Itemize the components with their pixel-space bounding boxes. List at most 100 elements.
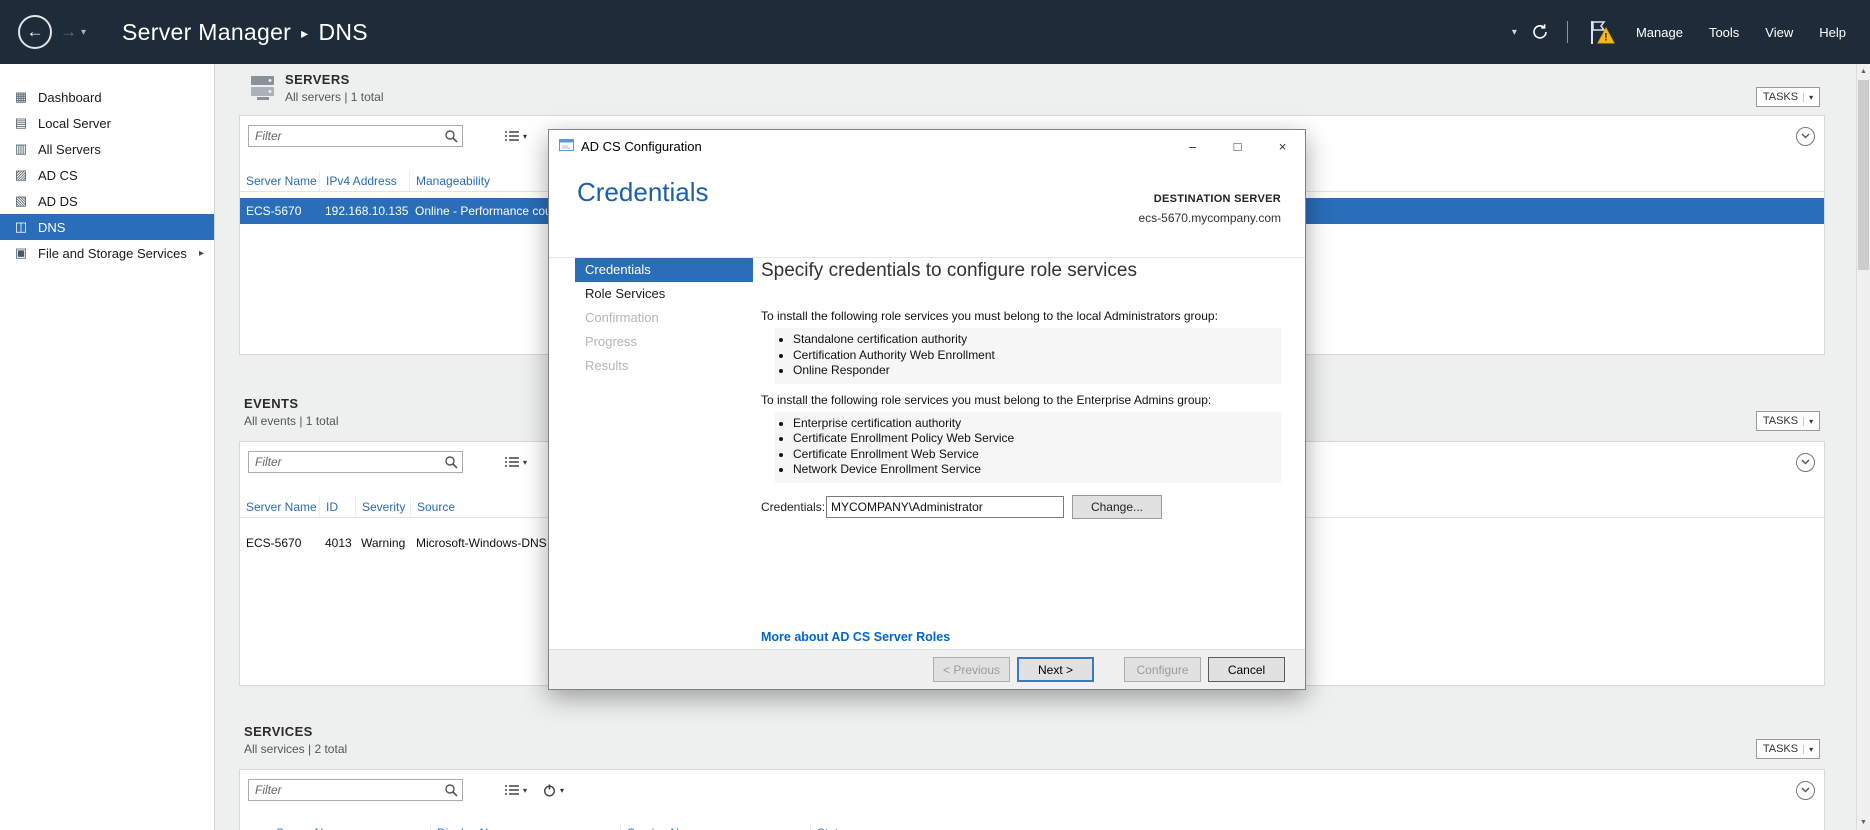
events-subtitle: All events | 1 total <box>244 414 339 428</box>
list-icon <box>505 456 519 468</box>
column-header-server-name[interactable]: Server Name <box>240 171 319 191</box>
list-icon <box>505 130 519 142</box>
back-arrow-icon: ← <box>27 22 44 42</box>
list-item: Certificate Enrollment Web Service <box>793 447 1281 463</box>
column-header-ipv4-address[interactable]: IPv4 Address <box>319 171 409 191</box>
sidebar-item-dashboard[interactable]: ▦ Dashboard <box>0 84 214 110</box>
more-about-adcs-link[interactable]: More about AD CS Server Roles <box>761 630 950 644</box>
breadcrumb-current: DNS <box>318 19 367 45</box>
events-tasks-button[interactable]: TASKS▾ <box>1756 411 1820 431</box>
servers-list-options-button[interactable]: ▾ <box>505 130 527 142</box>
wizard-step-role-services[interactable]: Role Services <box>575 282 753 306</box>
enterprise-admins-paragraph: To install the following role services y… <box>761 393 1281 407</box>
wizard-step-progress: Progress <box>575 330 753 354</box>
forward-button[interactable]: → <box>60 22 77 42</box>
sidebar-item-all-servers[interactable]: ▥ All Servers <box>0 136 214 162</box>
all-servers-icon: ▥ <box>13 141 29 157</box>
services-list-options-button[interactable]: ▾ <box>505 784 527 796</box>
list-item: Online Responder <box>793 363 1281 379</box>
chevron-down-icon: ▾ <box>523 458 527 467</box>
column-header-status[interactable]: Status <box>810 823 930 830</box>
enterprise-admins-role-list: Enterprise certification authority Certi… <box>775 412 1281 483</box>
services-control-options-button[interactable]: ▾ <box>543 784 564 797</box>
cell-ipv4-address: 192.168.10.135 <box>319 204 409 218</box>
list-item: Certification Authority Web Enrollment <box>793 348 1281 364</box>
column-header-severity[interactable]: Severity <box>355 497 410 517</box>
wizard-step-credentials[interactable]: Credentials <box>575 258 753 282</box>
events-list-options-button[interactable]: ▾ <box>505 456 527 468</box>
topbar: ← → ▾ Server Manager▸DNS ▾ ! Manage Tool… <box>0 0 1870 64</box>
destination-server-label: DESTINATION SERVER <box>1139 193 1282 205</box>
scrollbar-up-button[interactable]: ▲ <box>1857 64 1870 79</box>
cell-severity: Warning <box>355 536 410 550</box>
services-filter-input[interactable] <box>248 779 463 801</box>
menu-manage[interactable]: Manage <box>1630 25 1689 40</box>
sidebar-item-label: Dashboard <box>38 90 102 105</box>
chevron-down-icon: ▾ <box>1803 93 1813 102</box>
search-icon <box>444 455 458 474</box>
sidebar-item-local-server[interactable]: ▤ Local Server <box>0 110 214 136</box>
window-controls: – □ × <box>1170 130 1305 162</box>
column-header-display-name[interactable]: Display Name <box>430 823 620 830</box>
services-collapse-button[interactable] <box>1796 781 1815 800</box>
column-header-server-name[interactable]: Server Name <box>240 823 430 830</box>
cell-server-name: ECS-5670 <box>240 536 319 550</box>
menu-view[interactable]: View <box>1759 25 1799 40</box>
chevron-down-icon: ▾ <box>560 786 564 795</box>
chevron-down-icon: ▾ <box>523 786 527 795</box>
servers-tasks-button[interactable]: TASKS▾ <box>1756 87 1820 107</box>
local-admins-role-list: Standalone certification authority Certi… <box>775 328 1281 384</box>
cancel-button[interactable]: Cancel <box>1208 657 1285 682</box>
scrollbar-thumb[interactable] <box>1858 80 1869 270</box>
list-item: Network Device Enrollment Service <box>793 462 1281 478</box>
menu-tools[interactable]: Tools <box>1703 25 1745 40</box>
change-credentials-button[interactable]: Change... <box>1072 495 1162 519</box>
topbar-actions: ▾ ! Manage Tools View Help <box>1512 19 1852 46</box>
list-icon <box>505 784 519 796</box>
column-header-server-name[interactable]: Server Name <box>240 497 319 517</box>
chevron-down-icon: ▾ <box>1803 417 1813 426</box>
wizard-steps-nav: Credentials Role Services Confirmation P… <box>575 258 753 666</box>
sidebar-item-dns[interactable]: ◫ DNS <box>0 214 214 240</box>
next-button[interactable]: Next > <box>1017 657 1094 682</box>
services-subtitle: All services | 2 total <box>244 742 347 756</box>
scrollbar-down-button[interactable]: ▼ <box>1857 815 1870 830</box>
servers-collapse-button[interactable] <box>1796 127 1815 146</box>
sidebar-item-label: All Servers <box>38 142 101 157</box>
credentials-field[interactable] <box>826 496 1064 518</box>
destination-server: DESTINATION SERVER ecs-5670.mycompany.co… <box>1139 193 1282 225</box>
notifications-caret[interactable]: ▾ <box>1512 27 1517 38</box>
dialog-title: AD CS Configuration <box>581 139 702 154</box>
maximize-button[interactable]: □ <box>1215 130 1260 162</box>
sidebar-item-file-storage-services[interactable]: ▣ File and Storage Services ▸ <box>0 240 214 266</box>
menu-help[interactable]: Help <box>1813 25 1852 40</box>
events-collapse-button[interactable] <box>1796 453 1815 472</box>
events-filter-input[interactable] <box>248 451 463 473</box>
notifications-flag-button[interactable]: ! <box>1586 19 1616 46</box>
servers-filter-input[interactable] <box>248 125 463 147</box>
servers-subtitle: All servers | 1 total <box>285 90 383 104</box>
page-scrollbar[interactable]: ▲ ▼ <box>1856 64 1870 830</box>
servers-header: SERVERS All servers | 1 total <box>239 72 1825 107</box>
adcs-configuration-dialog: AD CS Configuration – □ × Credentials DE… <box>548 129 1306 690</box>
credentials-label: Credentials: <box>761 500 826 514</box>
sidebar-item-ad-ds[interactable]: ▧ AD DS <box>0 188 214 214</box>
back-button[interactable]: ← <box>18 15 52 49</box>
sidebar-item-ad-cs[interactable]: ▨ AD CS <box>0 162 214 188</box>
close-button[interactable]: × <box>1260 130 1305 162</box>
cell-event-id: 4013 <box>319 536 355 550</box>
column-header-service-name[interactable]: Service Name <box>620 823 810 830</box>
svg-text:!: ! <box>1604 31 1608 43</box>
cell-server-name: ECS-5670 <box>240 204 319 218</box>
chevron-down-icon <box>1801 459 1810 465</box>
services-tasks-button[interactable]: TASKS▾ <box>1756 739 1820 759</box>
chevron-down-icon: ▾ <box>523 132 527 141</box>
refresh-button[interactable] <box>1531 23 1549 41</box>
minimize-button[interactable]: – <box>1170 130 1215 162</box>
breadcrumb-separator-icon: ▸ <box>301 25 308 41</box>
nav-history-caret[interactable]: ▾ <box>81 27 86 38</box>
ad-cs-icon: ▨ <box>13 167 29 183</box>
dialog-titlebar[interactable]: AD CS Configuration – □ × <box>549 130 1305 162</box>
wizard-header: Credentials DESTINATION SERVER ecs-5670.… <box>549 177 1305 257</box>
column-header-id[interactable]: ID <box>319 497 355 517</box>
